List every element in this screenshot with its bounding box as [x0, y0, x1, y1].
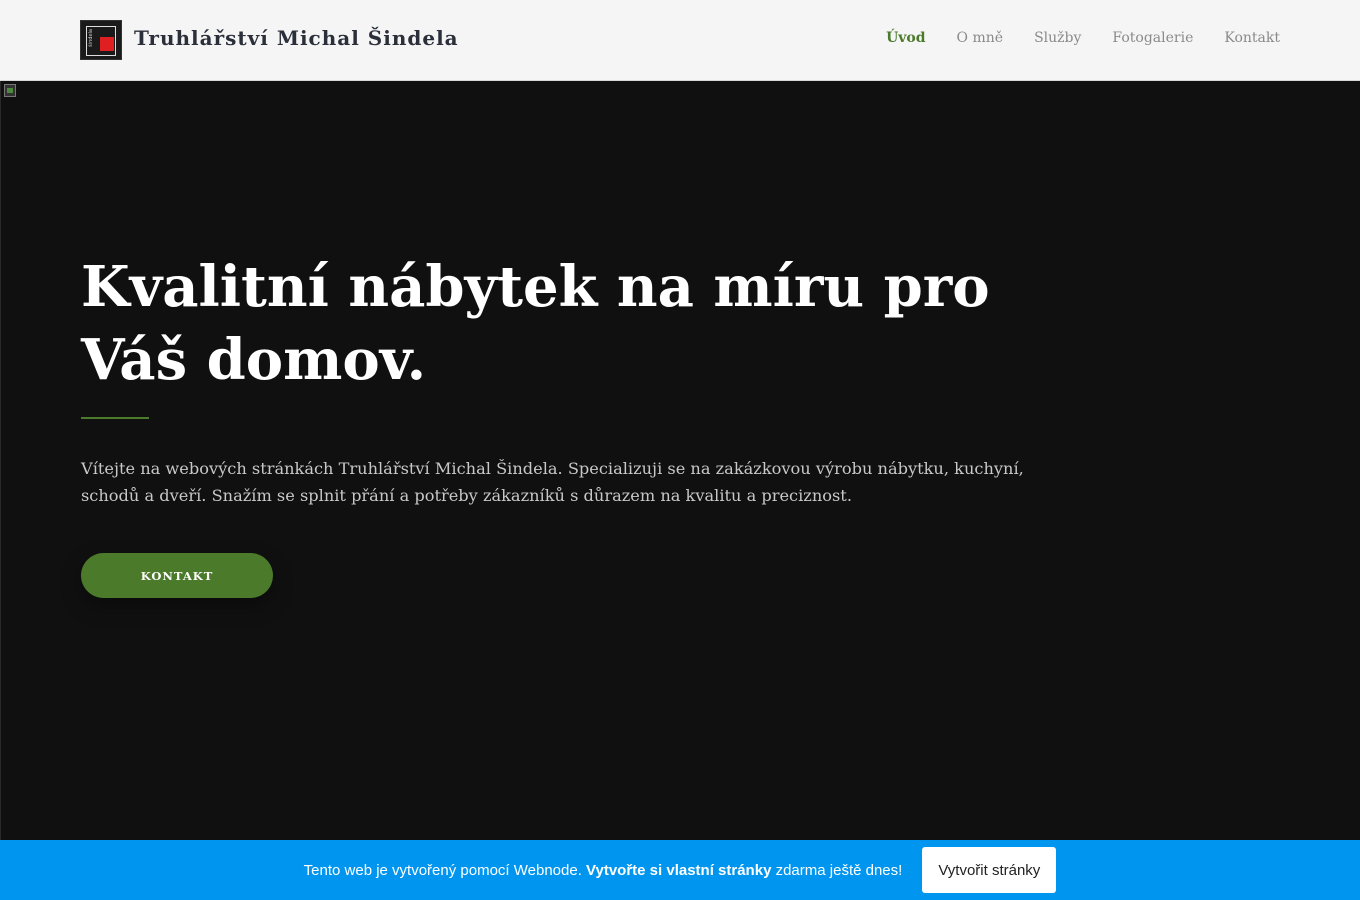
site-title[interactable]: Truhlářství Michal Šindela [134, 26, 459, 50]
banner-text-bold[interactable]: Vytvořte si vlastní stránky [586, 862, 771, 879]
banner-text-before: Tento web je vytvořený pomocí Webnode. [303, 861, 587, 879]
hero-intro: Vítejte na webových stránkách Truhlářstv… [81, 459, 1024, 505]
main-nav: Úvod O mně Služby Fotogalerie Kontakt [855, 30, 1280, 46]
banner-text: Tento web je vytvořený pomocí Webnode. V… [304, 862, 903, 879]
contact-button[interactable]: KONTAKT [81, 553, 273, 598]
logo-red-square [100, 37, 114, 51]
nav-item-kontakt[interactable]: Kontakt [1224, 30, 1280, 46]
hero-divider [81, 417, 149, 419]
nav-item-o-mne[interactable]: O mně [957, 30, 1004, 46]
nav-item-sluzby[interactable]: Služby [1034, 30, 1081, 46]
create-site-button[interactable]: Vytvořit stránky [922, 847, 1057, 893]
site-logo[interactable]: šindela [80, 20, 122, 60]
webnode-banner: Tento web je vytvořený pomocí Webnode. V… [0, 840, 1360, 900]
hero-headline: Kvalitní nábytek na míru pro Váš domov. [81, 254, 990, 393]
nav-item-fotogalerie[interactable]: Fotogalerie [1112, 30, 1193, 46]
banner-text-after: zdarma ještě dnes! [771, 861, 903, 879]
site-header: šindela Truhlářství Michal Šindela Úvod … [0, 0, 1360, 81]
hero-section: Kvalitní nábytek na míru pro Váš domov. … [0, 81, 1360, 840]
nav-item-uvod[interactable]: Úvod [886, 30, 925, 46]
logo-text: šindela [88, 29, 94, 47]
broken-image-icon [3, 83, 19, 99]
